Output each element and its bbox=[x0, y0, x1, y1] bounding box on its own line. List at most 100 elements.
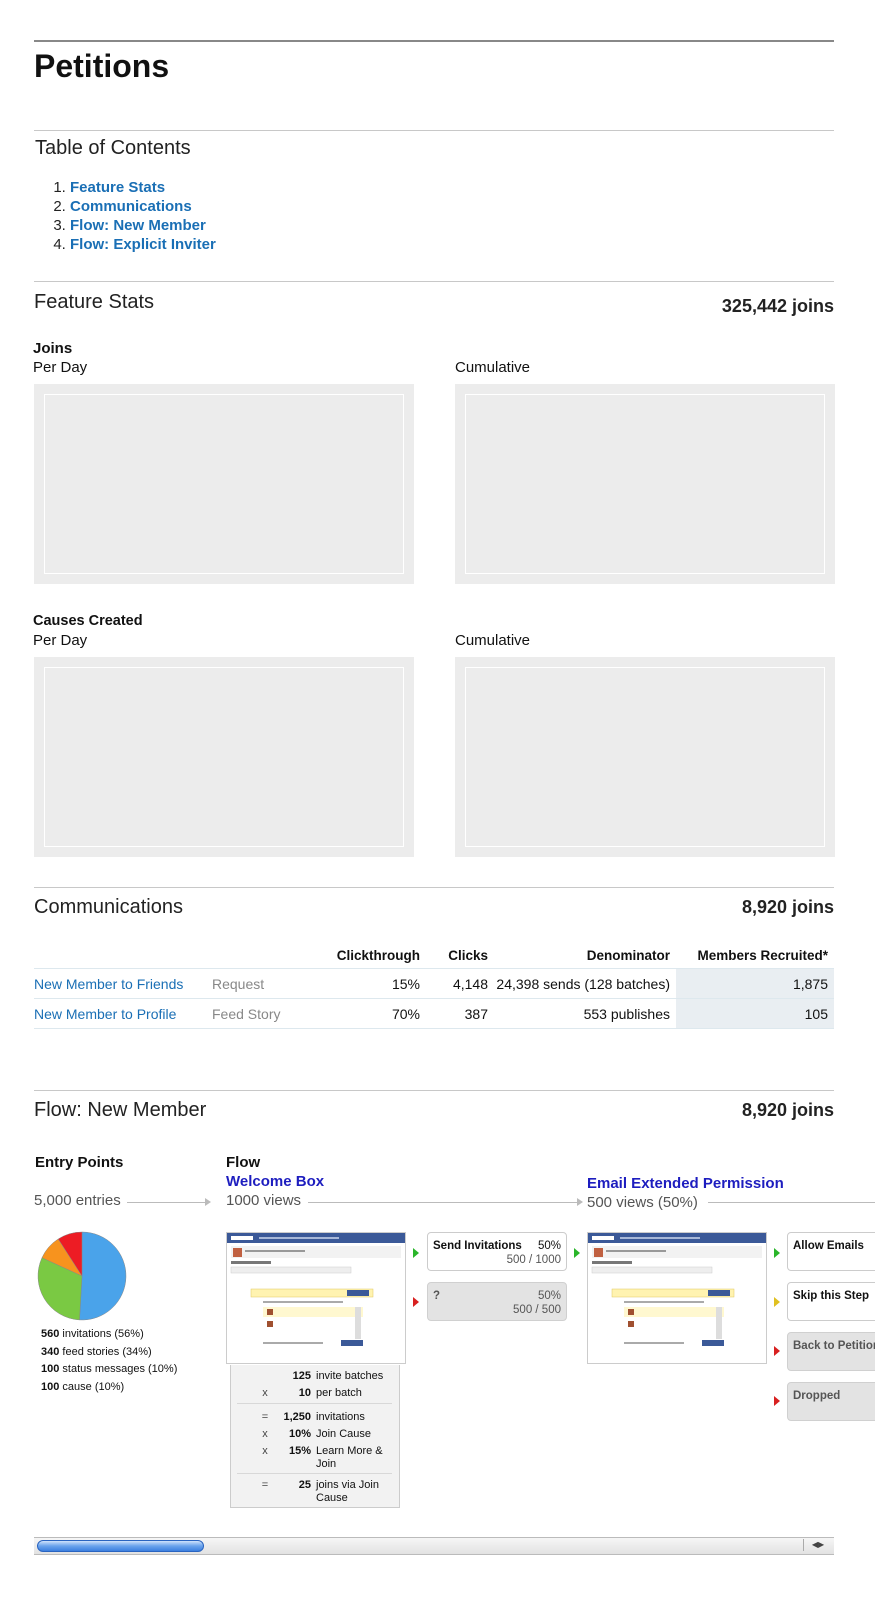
unknown-pct: 50% bbox=[537, 1290, 561, 1302]
causes-cumulative-chart bbox=[455, 657, 835, 857]
invitation-calculation: 125 invite batches x 10 per batch = 1,250 inv… bbox=[230, 1365, 400, 1508]
legend-item: 340 feed stories (34%) bbox=[41, 1345, 152, 1358]
unknown-label: ? bbox=[433, 1290, 441, 1302]
entries-count: 5,000 entries bbox=[34, 1192, 121, 1209]
arrow-line bbox=[127, 1202, 207, 1203]
arrow-line bbox=[308, 1202, 578, 1203]
green-arrow-icon bbox=[413, 1248, 419, 1258]
toc-rule bbox=[34, 130, 834, 131]
horizontal-scrollbar[interactable]: ◀▶ bbox=[34, 1537, 834, 1555]
col-members-recruited: Members Recruited* bbox=[697, 947, 828, 963]
facebook-page-thumbnail bbox=[588, 1233, 766, 1346]
toc-link-communications[interactable]: Communications bbox=[70, 198, 192, 215]
welcome-box-screenshot[interactable] bbox=[226, 1232, 406, 1364]
comm-denominator: 553 publishes bbox=[494, 998, 676, 1029]
flow-heading: Flow: New Member bbox=[34, 1099, 207, 1121]
toc-link-flow-explicit-inviter[interactable]: Flow: Explicit Inviter bbox=[70, 236, 216, 253]
allow-emails-label: Allow Emails bbox=[793, 1240, 864, 1252]
toc-item: Flow: Explicit Inviter bbox=[70, 235, 216, 254]
comm-clickthrough: 70% bbox=[309, 998, 426, 1029]
skip-step-card[interactable]: Skip this Step bbox=[787, 1282, 875, 1321]
green-arrow-icon bbox=[574, 1248, 580, 1258]
green-arrow-icon bbox=[774, 1248, 780, 1258]
scroll-right-icon[interactable]: ▶ bbox=[818, 1540, 824, 1549]
communications-joins: 8,920 joins bbox=[741, 897, 834, 917]
toc-item: Flow: New Member bbox=[70, 216, 216, 235]
causes-per-day-chart bbox=[34, 657, 414, 857]
arrow-line bbox=[708, 1202, 875, 1203]
flow-rule bbox=[34, 1090, 834, 1091]
comm-link[interactable]: New Member to Friends bbox=[34, 976, 183, 992]
allow-emails-card[interactable]: Allow Emails bbox=[787, 1232, 875, 1271]
feature-stats-joins: 325,442 joins bbox=[721, 296, 834, 316]
send-invitations-pct: 50% bbox=[537, 1240, 561, 1252]
col-clickthrough: Clickthrough bbox=[336, 947, 420, 963]
legend-item: 100 cause (10%) bbox=[41, 1380, 125, 1393]
col-clicks: Clicks bbox=[448, 947, 488, 963]
toc-link-feature-stats[interactable]: Feature Stats bbox=[70, 179, 165, 196]
email-permission-title[interactable]: Email Extended Permission bbox=[587, 1175, 784, 1192]
entry-points-label: Entry Points bbox=[35, 1154, 124, 1171]
joins-per-day-label: Per Day bbox=[33, 359, 88, 376]
scrollbar-thumb[interactable] bbox=[37, 1540, 204, 1552]
feature-stats-rule bbox=[34, 281, 834, 282]
yellow-arrow-icon bbox=[774, 1297, 780, 1307]
table-row: New Member to Profile Feed Story 70% 387… bbox=[34, 998, 834, 1029]
legend-item: 560 invitations (56%) bbox=[41, 1328, 144, 1340]
comm-denominator: 24,398 sends (128 batches) bbox=[494, 968, 676, 999]
toc-item: Communications bbox=[70, 197, 216, 216]
arrow-head-icon bbox=[577, 1198, 583, 1206]
legend-item: 100 status messages (10%) bbox=[41, 1363, 178, 1375]
entry-points-pie-chart bbox=[37, 1231, 127, 1321]
arrow-head-icon bbox=[205, 1198, 211, 1206]
joins-cumulative-chart bbox=[455, 384, 835, 584]
comm-link[interactable]: New Member to Profile bbox=[34, 1006, 176, 1022]
toc-list: Feature Stats Communications Flow: New M… bbox=[34, 178, 216, 254]
joins-per-day-chart bbox=[34, 384, 414, 584]
joins-cumulative-label: Cumulative bbox=[455, 359, 531, 376]
comm-clicks: 387 bbox=[426, 998, 494, 1029]
toc-heading: Table of Contents bbox=[35, 137, 191, 159]
back-to-petition-label: Back to Petition bbox=[793, 1340, 875, 1352]
causes-created-label: Causes Created bbox=[33, 613, 143, 629]
comm-type: Request bbox=[204, 968, 309, 999]
pie-legend: 560 invitations (56%) 340 feed stories (… bbox=[41, 1326, 177, 1396]
communications-rule bbox=[34, 887, 834, 888]
welcome-box-views: 1000 views bbox=[226, 1192, 302, 1209]
communications-heading: Communications bbox=[34, 896, 183, 918]
col-denominator: Denominator bbox=[586, 947, 670, 963]
send-invitations-label: Send Invitations bbox=[433, 1240, 522, 1252]
red-arrow-icon bbox=[774, 1346, 780, 1356]
welcome-box-title[interactable]: Welcome Box bbox=[226, 1173, 324, 1190]
red-arrow-icon bbox=[774, 1396, 780, 1406]
unknown-ratio: 500 / 500 bbox=[513, 1304, 561, 1316]
unknown-outcome-card[interactable]: ? 50% 500 / 500 bbox=[427, 1282, 567, 1321]
title-rule bbox=[34, 40, 834, 42]
comm-type: Feed Story bbox=[204, 998, 309, 1029]
feature-stats-heading: Feature Stats bbox=[34, 291, 155, 313]
table-header-row: Clickthrough Clicks Denominator Members … bbox=[34, 940, 834, 969]
flow-joins: 8,920 joins bbox=[741, 1100, 834, 1120]
email-permission-views: 500 views (50%) bbox=[587, 1194, 698, 1211]
email-permission-screenshot[interactable] bbox=[587, 1232, 767, 1364]
pie-slice-invitations bbox=[79, 1231, 127, 1321]
flow-label: Flow bbox=[226, 1154, 261, 1171]
send-invitations-card[interactable]: Send Invitations 50% 500 / 1000 bbox=[427, 1232, 567, 1271]
joins-label: Joins bbox=[33, 340, 73, 357]
communications-table: Clickthrough Clicks Denominator Members … bbox=[34, 940, 834, 1029]
comm-clickthrough: 15% bbox=[309, 968, 426, 999]
comm-clicks: 4,148 bbox=[426, 968, 494, 999]
causes-per-day-label: Per Day bbox=[33, 632, 88, 649]
back-to-petition-card[interactable]: Back to Petition bbox=[787, 1332, 875, 1371]
send-invitations-ratio: 500 / 1000 bbox=[506, 1254, 561, 1266]
comm-recruited: 105 bbox=[676, 998, 834, 1029]
dropped-label: Dropped bbox=[793, 1390, 841, 1402]
red-arrow-icon bbox=[413, 1297, 419, 1307]
skip-step-label: Skip this Step bbox=[793, 1290, 870, 1302]
dropped-card[interactable]: Dropped bbox=[787, 1382, 875, 1421]
table-row: New Member to Friends Request 15% 4,148 … bbox=[34, 968, 834, 999]
facebook-page-thumbnail bbox=[227, 1233, 405, 1346]
toc-link-flow-new-member[interactable]: Flow: New Member bbox=[70, 217, 206, 234]
scrollbar-arrows[interactable]: ◀▶ bbox=[803, 1539, 832, 1551]
toc-item: Feature Stats bbox=[70, 178, 216, 197]
